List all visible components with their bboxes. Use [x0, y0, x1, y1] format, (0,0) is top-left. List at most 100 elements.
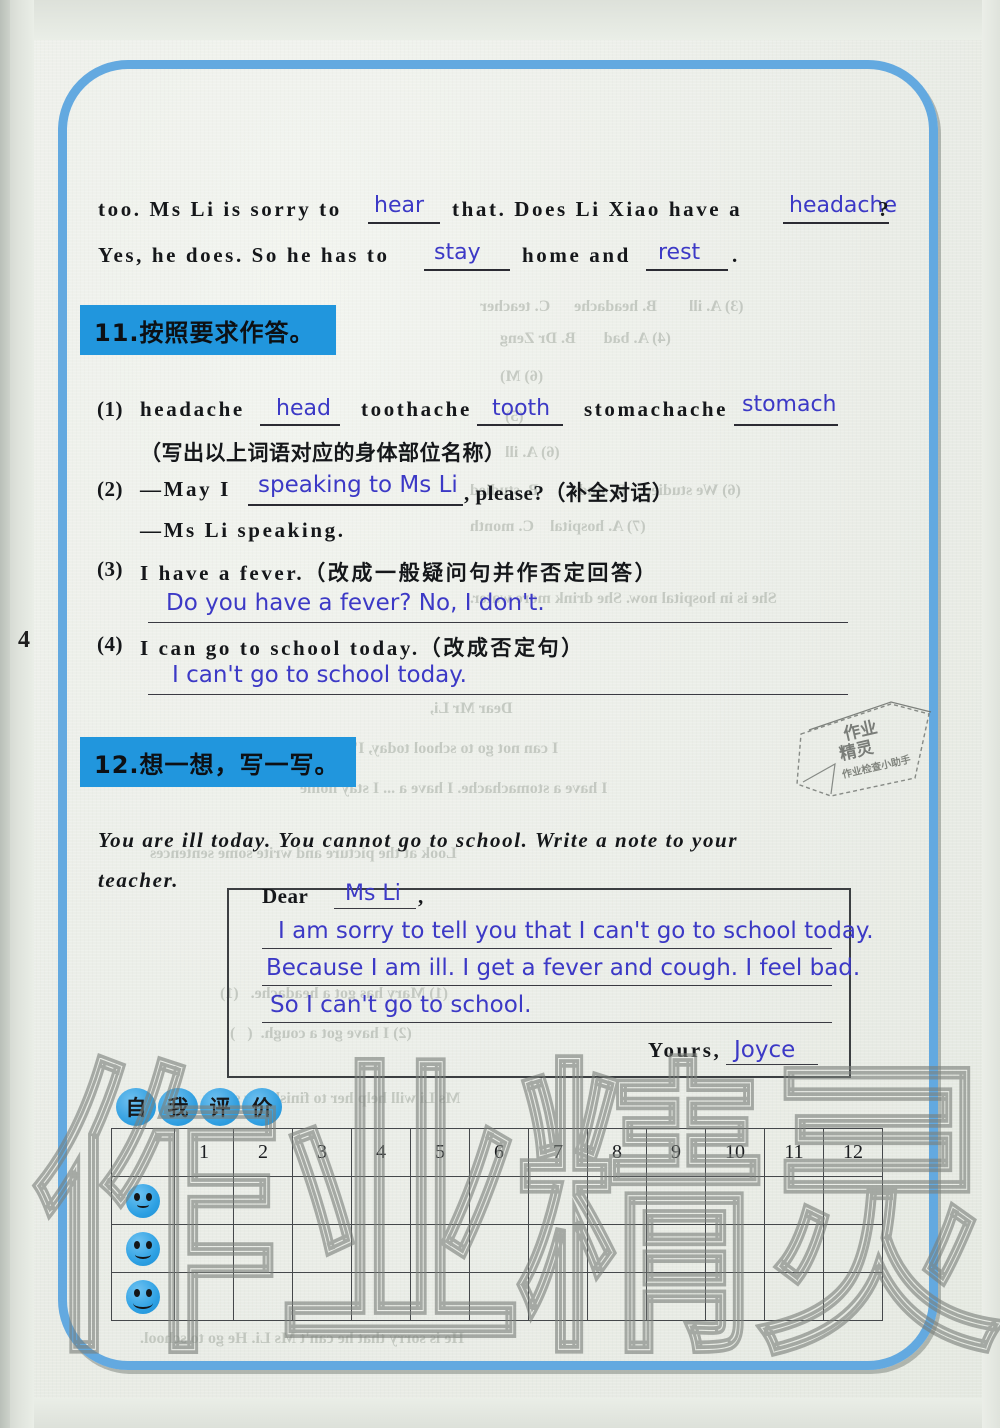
- eval-cell[interactable]: [174, 1224, 234, 1273]
- q1-blank-2: [477, 424, 563, 426]
- note-closing: Yours,: [648, 1038, 722, 1062]
- smiley-face-small-smile-icon: [111, 1176, 175, 1225]
- smiley-face-big-smile-icon: [111, 1272, 175, 1321]
- col-header-3[interactable]: 3: [292, 1128, 352, 1177]
- note-signature: Joyce: [734, 1037, 796, 1063]
- q4-answer: I can't go to school today.: [172, 662, 467, 688]
- q2-prompt-a: —May I: [140, 477, 231, 501]
- smiley-face-medium-smile-icon: [111, 1224, 175, 1273]
- eval-cell[interactable]: [646, 1224, 706, 1273]
- col-header-5[interactable]: 5: [410, 1128, 470, 1177]
- note-line-3: [262, 1022, 832, 1023]
- table-row: [111, 1224, 883, 1273]
- note-body-line-2: Because I am ill. I get a fever and coug…: [266, 955, 861, 981]
- note-body-line-3: So I can't go to school.: [270, 992, 532, 1018]
- eval-cell[interactable]: [410, 1272, 470, 1321]
- col-header-4[interactable]: 4: [351, 1128, 411, 1177]
- eval-cell[interactable]: [587, 1224, 647, 1273]
- eval-cell[interactable]: [528, 1176, 588, 1225]
- eval-cell[interactable]: [469, 1176, 529, 1225]
- eval-cell[interactable]: [705, 1272, 765, 1321]
- q2-reply: —Ms Li speaking.: [140, 518, 346, 542]
- carryover-line2-c: .: [732, 243, 738, 267]
- eval-cell[interactable]: [233, 1224, 293, 1273]
- col-header-7[interactable]: 7: [528, 1128, 588, 1177]
- carryover-blank-3: [424, 269, 510, 271]
- svg-text:精灵: 精灵: [837, 737, 876, 765]
- eval-cell[interactable]: [764, 1224, 824, 1273]
- eval-cell[interactable]: [351, 1176, 411, 1225]
- exercise-12-instruction-line1: You are ill today. You cannot go to scho…: [98, 828, 739, 852]
- eval-cell[interactable]: [292, 1272, 352, 1321]
- worksheet-content: too. Ms Li is sorry to hear that. Does L…: [0, 0, 1000, 1428]
- carryover-line1-a: too. Ms Li is sorry to: [98, 197, 342, 221]
- eval-cell[interactable]: [174, 1272, 234, 1321]
- homework-checker-stamp: 作业 精灵 作业检查小助手: [795, 700, 935, 800]
- note-line-2: [262, 985, 832, 986]
- carryover-answer-3: stay: [434, 240, 481, 265]
- eval-cell[interactable]: [469, 1272, 529, 1321]
- q4-prompt: I can go to school today.（改成否定句）: [140, 636, 585, 660]
- note-comma: ,: [418, 884, 424, 908]
- eval-cell[interactable]: [233, 1272, 293, 1321]
- col-header-2[interactable]: 2: [233, 1128, 293, 1177]
- eval-cell[interactable]: [410, 1176, 470, 1225]
- eval-cell[interactable]: [823, 1272, 883, 1321]
- q2-answer: speaking to Ms Li: [258, 472, 458, 498]
- carryover-blank-2: [783, 222, 889, 224]
- q4-label: (4): [97, 632, 123, 656]
- exercise-12-header: 12.想一想，写一写。: [80, 737, 356, 787]
- eval-cell[interactable]: [174, 1176, 234, 1225]
- col-header-9[interactable]: 9: [646, 1128, 706, 1177]
- col-header-10[interactable]: 10: [705, 1128, 765, 1177]
- eval-cell[interactable]: [587, 1176, 647, 1225]
- eval-cell[interactable]: [764, 1176, 824, 1225]
- eval-cell[interactable]: [705, 1224, 765, 1273]
- table-header-row: 1 2 3 4 5 6 7 8 9 10 11 12: [111, 1128, 883, 1177]
- eval-cell[interactable]: [764, 1272, 824, 1321]
- q1-label: (1): [97, 397, 123, 421]
- eval-cell[interactable]: [705, 1176, 765, 1225]
- eval-cell[interactable]: [351, 1272, 411, 1321]
- q2-label: (2): [97, 477, 123, 501]
- eval-cell[interactable]: [823, 1224, 883, 1273]
- q3-prompt: I have a fever.（改成一般疑问句并作否定回答）: [140, 561, 659, 585]
- q4-answer-line: [148, 694, 848, 695]
- col-header-12[interactable]: 12: [823, 1128, 883, 1177]
- carryover-answer-4: rest: [658, 240, 701, 265]
- table-row: [111, 1272, 883, 1321]
- q1-instruction: （写出以上词语对应的身体部位名称）: [140, 441, 506, 465]
- q1-blank-3: [734, 424, 838, 426]
- eval-cell[interactable]: [587, 1272, 647, 1321]
- eval-cell[interactable]: [646, 1272, 706, 1321]
- note-salutation: Dear: [262, 884, 309, 908]
- q3-answer-line: [148, 622, 848, 623]
- q2-prompt-b: , please?（补全对话）: [464, 481, 674, 505]
- self-eval-char-3: 价: [242, 1088, 282, 1126]
- carryover-line2-b: home and: [522, 243, 631, 267]
- table-row: [111, 1176, 883, 1225]
- col-header-1[interactable]: 1: [174, 1128, 234, 1177]
- svg-text:作业: 作业: [841, 717, 879, 745]
- eval-cell[interactable]: [528, 1224, 588, 1273]
- note-line-1: [262, 948, 832, 949]
- q1-answer-2: tooth: [492, 396, 551, 421]
- exercise-11-header: 11.按照要求作答。: [80, 305, 336, 355]
- eval-cell[interactable]: [646, 1176, 706, 1225]
- eval-cell[interactable]: [292, 1176, 352, 1225]
- eval-cell[interactable]: [233, 1176, 293, 1225]
- eval-cell[interactable]: [528, 1272, 588, 1321]
- q1-answer-3: stomach: [742, 392, 837, 417]
- eval-cell[interactable]: [823, 1176, 883, 1225]
- exercise-12-instruction-line2: teacher.: [98, 868, 180, 892]
- note-body-line-1: I am sorry to tell you that I can't go t…: [278, 918, 874, 944]
- q3-label: (3): [97, 557, 123, 581]
- eval-cell[interactable]: [410, 1224, 470, 1273]
- col-header-8[interactable]: 8: [587, 1128, 647, 1177]
- q3-answer: Do you have a fever? No, I don't.: [166, 590, 545, 616]
- col-header-6[interactable]: 6: [469, 1128, 529, 1177]
- col-header-11[interactable]: 11: [764, 1128, 824, 1177]
- eval-cell[interactable]: [351, 1224, 411, 1273]
- eval-cell[interactable]: [292, 1224, 352, 1273]
- eval-cell[interactable]: [469, 1224, 529, 1273]
